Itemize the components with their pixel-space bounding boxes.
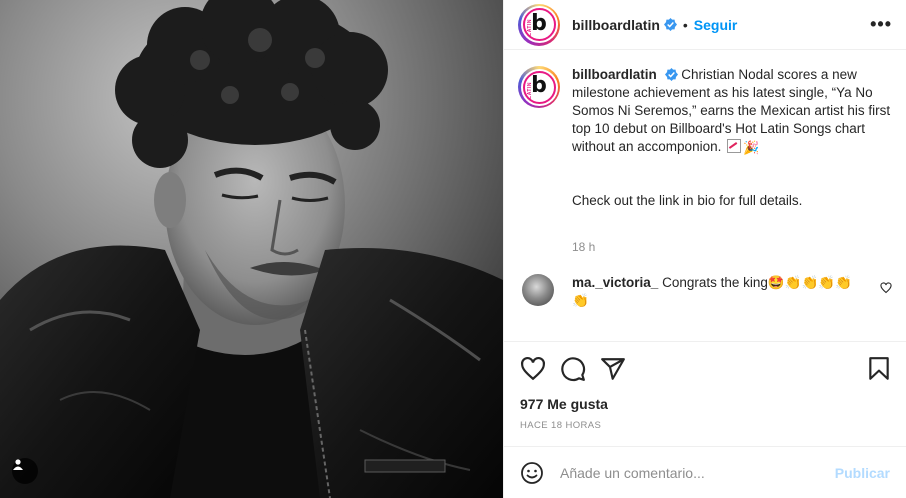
- post-photo[interactable]: [0, 0, 503, 498]
- commenter-username[interactable]: ma._victoria_: [572, 275, 658, 290]
- user-tag-icon: [13, 459, 23, 470]
- avatar-brand-letter: b: [531, 10, 547, 36]
- caption-extra: Check out the link in bio for full detai…: [572, 193, 803, 208]
- comment-icon[interactable]: [560, 356, 586, 382]
- chart-increasing-emoji-icon: [727, 139, 742, 153]
- caption-row: LATIN b billboardlatin Christian Nodal s…: [518, 66, 892, 157]
- follow-button[interactable]: Seguir: [694, 17, 738, 33]
- caption-avatar-brand-letter: b: [531, 73, 547, 98]
- author-username[interactable]: billboardlatin: [572, 17, 660, 33]
- caption-verified-badge-icon: [664, 68, 678, 81]
- caption-author-username[interactable]: billboardlatin: [572, 67, 657, 82]
- bookmark-icon[interactable]: [866, 356, 892, 382]
- header-separator: •: [682, 16, 688, 33]
- portrait-illustration: [0, 0, 503, 498]
- more-options-button[interactable]: •••: [870, 14, 892, 35]
- publish-button[interactable]: Publicar: [835, 465, 890, 481]
- smiley-icon[interactable]: [520, 461, 544, 485]
- post-modal: LATIN b billboardlatin • Seguir ••• LATI…: [0, 0, 906, 498]
- comment-like-heart-icon[interactable]: [880, 282, 892, 294]
- action-bar: [504, 342, 906, 396]
- commenter-avatar[interactable]: [522, 274, 554, 306]
- send-icon[interactable]: [600, 356, 626, 382]
- comment-text: ma._victoria_ Congrats the king🤩👏👏👏👏👏: [572, 274, 862, 310]
- avatar-brand-sub: LATIN: [526, 19, 533, 36]
- comment-item: ma._victoria_ Congrats the king🤩👏👏👏👏👏: [518, 274, 892, 310]
- heart-icon[interactable]: [520, 356, 546, 382]
- post-header: LATIN b billboardlatin • Seguir •••: [504, 0, 906, 50]
- add-comment-bar: Publicar: [504, 446, 906, 498]
- author-avatar[interactable]: LATIN b: [518, 3, 560, 46]
- caption-text: billboardlatin Christian Nodal scores a …: [572, 66, 892, 157]
- party-popper-emoji-icon: 🎉: [743, 140, 760, 155]
- post-comments-area: LATIN b billboardlatin Christian Nodal s…: [504, 50, 906, 342]
- likes-count[interactable]: 977 Me gusta: [504, 396, 906, 416]
- user-tag-button[interactable]: [12, 458, 38, 484]
- add-comment-input[interactable]: [560, 464, 835, 481]
- caption-timestamp[interactable]: 18 h: [572, 240, 892, 254]
- post-timestamp[interactable]: HACE 18 HORAS: [504, 416, 906, 446]
- caption-author-avatar[interactable]: LATIN b: [518, 66, 560, 108]
- caption-avatar-brand-sub: LATIN: [526, 81, 533, 99]
- post-details-panel: LATIN b billboardlatin • Seguir ••• LATI…: [503, 0, 906, 498]
- verified-badge-icon: [663, 18, 677, 31]
